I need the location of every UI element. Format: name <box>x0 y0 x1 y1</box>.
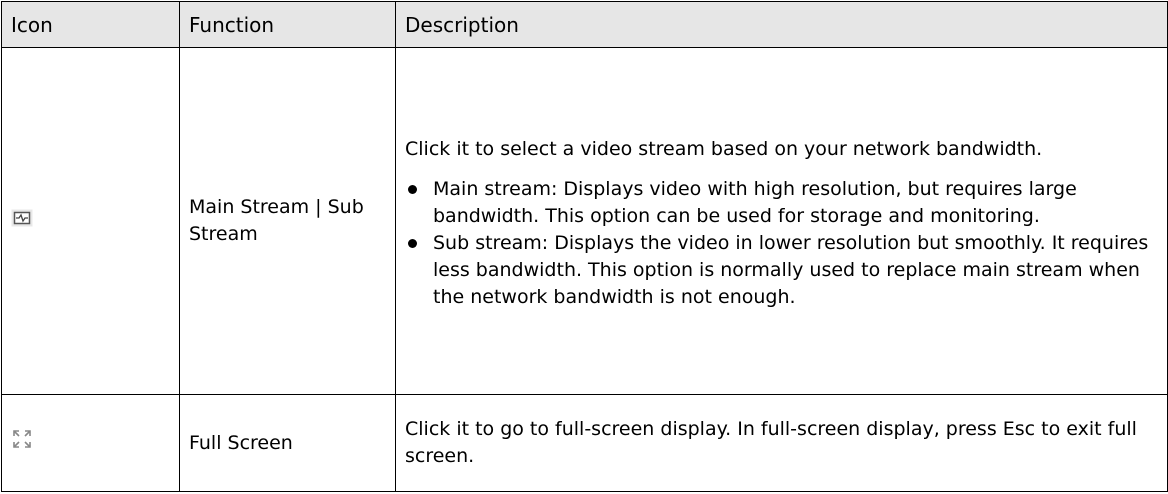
page: Icon Function Description Main Stream | … <box>0 0 1168 494</box>
icon-cell <box>1 47 180 395</box>
bullet-icon <box>408 184 417 194</box>
header-icon: Icon <box>1 1 180 48</box>
function-cell: Main Stream | Sub Stream <box>179 47 396 395</box>
stream-switch-icon <box>11 208 33 235</box>
table-row: Full Screen Click it to go to full-scree… <box>1 394 1168 492</box>
table-header-row: Icon Function Description <box>1 1 1168 48</box>
bullet-icon <box>408 238 417 248</box>
list-item-text: Main stream: Displays video with high re… <box>433 177 1077 227</box>
function-cell: Full Screen <box>179 394 396 492</box>
header-description: Description <box>395 1 1168 48</box>
list-item-text: Sub stream: Displays the video in lower … <box>433 231 1149 308</box>
icon-cell <box>1 394 180 492</box>
table-row: Main Stream | Sub Stream Click it to sel… <box>1 47 1168 395</box>
fullscreen-icon <box>11 428 33 458</box>
list-item: Main stream: Displays video with high re… <box>405 176 1158 230</box>
description-cell: Click it to go to full-screen display. I… <box>395 394 1168 492</box>
bullet-list: Main stream: Displays video with high re… <box>405 176 1158 311</box>
header-function: Function <box>179 1 396 48</box>
list-item: Sub stream: Displays the video in lower … <box>405 230 1158 311</box>
description-intro: Click it to select a video stream based … <box>405 137 1043 160</box>
icon-function-table: Icon Function Description Main Stream | … <box>1 1 1168 492</box>
description-cell: Click it to select a video stream based … <box>395 47 1168 395</box>
